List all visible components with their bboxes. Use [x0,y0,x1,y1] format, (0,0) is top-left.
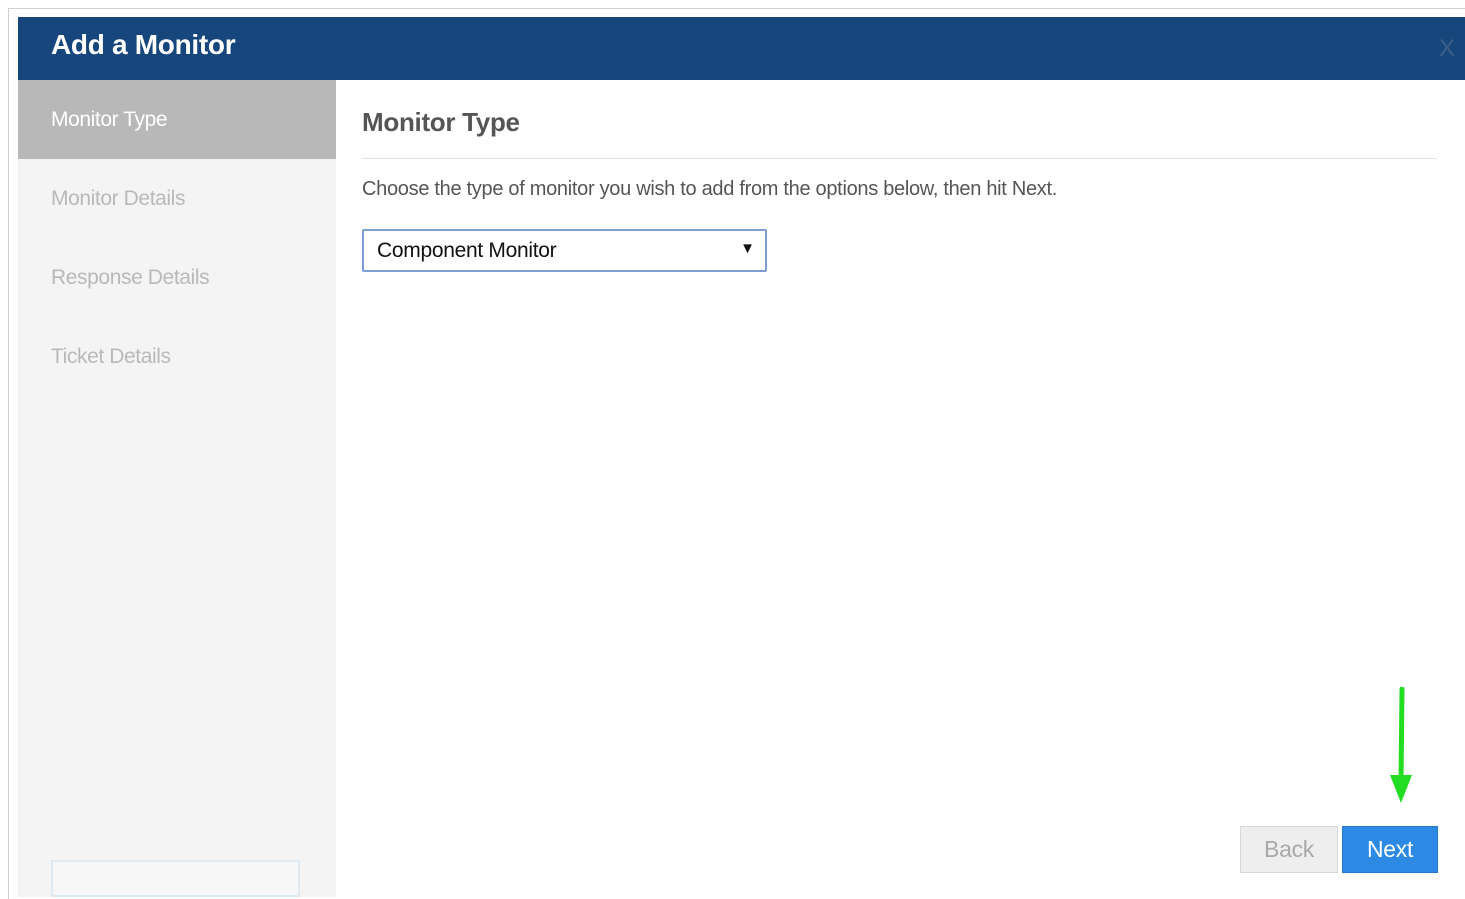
close-button[interactable]: X [1439,37,1455,61]
next-button[interactable]: Next [1342,826,1438,873]
add-monitor-dialog: Add a Monitor X Monitor Type Monitor Det… [18,17,1465,897]
monitor-type-select[interactable]: Component Monitor ▼ [362,229,767,272]
wizard-steps-sidebar: Monitor Type Monitor Details Response De… [18,80,336,897]
step-ticket-details[interactable]: Ticket Details [18,317,336,396]
step-content: Monitor Type Choose the type of monitor … [336,80,1465,897]
title-divider [362,158,1437,159]
dropdown-arrow-icon: ▼ [740,240,755,257]
step-monitor-details[interactable]: Monitor Details [18,159,336,238]
monitor-type-selected-value: Component Monitor [377,239,557,262]
step-response-details[interactable]: Response Details [18,238,336,317]
down-arrow-icon [1390,687,1412,803]
dialog-title: Add a Monitor [51,29,236,60]
instructions-text: Choose the type of monitor you wish to a… [362,178,1057,200]
back-button[interactable]: Back [1240,826,1338,873]
page-title: Monitor Type [362,107,520,137]
step-monitor-type[interactable]: Monitor Type [18,80,336,159]
sidebar-footer-box [51,860,300,897]
dialog-header: Add a Monitor X [18,17,1465,80]
